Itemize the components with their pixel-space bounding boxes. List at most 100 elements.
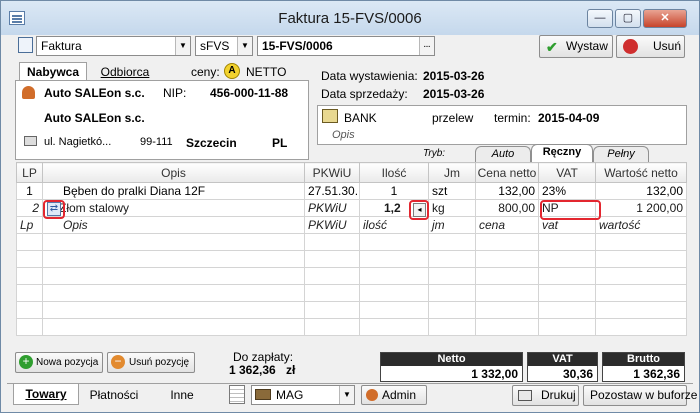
tab-other[interactable]: Inne (149, 384, 215, 405)
prices-label: ceny: (191, 65, 220, 79)
sale-date-label: Data sprzedaży: (321, 87, 408, 101)
cell-hint: wartość (595, 216, 687, 234)
nip-label: NIP: (163, 86, 187, 100)
cell-quantity[interactable]: 1 (359, 182, 429, 200)
tab-payments[interactable]: Płatności (81, 384, 147, 405)
chevron-down-icon: ▼ (175, 37, 190, 55)
tab-mode-manual[interactable]: Ręczny (531, 144, 593, 162)
cell-net-value: 132,00 (595, 182, 687, 200)
term-label: termin: (494, 111, 531, 125)
warehouse-select[interactable]: MAG ▼ (251, 385, 355, 405)
cell-pkwiu[interactable]: 27.51.30... (304, 182, 360, 200)
to-pay-label: Do zapłaty: (233, 350, 294, 364)
column-header[interactable]: PKWiU (304, 162, 360, 183)
series-select[interactable]: sFVS ▼ (195, 36, 253, 56)
column-header[interactable]: LP (16, 162, 43, 183)
chevron-down-icon: ▼ (237, 37, 252, 55)
term-value[interactable]: 2015-04-09 (538, 111, 599, 125)
document-number-field[interactable]: 15-FVS/0006 … (257, 36, 435, 56)
cell-hint: Opis (42, 216, 305, 234)
delete-icon (623, 39, 638, 54)
printer-icon (518, 390, 532, 401)
document-number-value: 15-FVS/0006 (262, 39, 333, 53)
user-button[interactable]: Admin (361, 385, 427, 405)
client-area: Faktura ▼ sFVS ▼ 15-FVS/0006 … ✔ Wystaw … (7, 35, 697, 408)
sale-date-value[interactable]: 2015-03-26 (423, 87, 484, 101)
column-header[interactable]: Jm (428, 162, 476, 183)
document-icon (18, 37, 33, 53)
totals-brutto-value: 1 362,36 (633, 367, 680, 381)
checkmark-icon: ✔ (546, 39, 558, 55)
maximize-button[interactable]: ▢ (615, 9, 641, 28)
issue-date-value[interactable]: 2015-03-26 (423, 69, 484, 83)
cell-hint: PKWiU (304, 216, 360, 234)
notes-icon[interactable] (229, 385, 245, 404)
totals-netto-value: 1 332,00 (471, 367, 518, 381)
empty-row (16, 284, 687, 302)
tab-mode-auto[interactable]: Auto (475, 146, 531, 162)
cell-pkwiu[interactable]: PKWiU (304, 199, 360, 217)
cell-net-value: 1 200,00 (595, 199, 687, 217)
payment-panel: BANK przelew termin: 2015-04-09 Opis (317, 105, 687, 145)
highlight-vat-cell (540, 200, 601, 220)
cell-hint: jm (428, 216, 476, 234)
tab-goods[interactable]: Towary (13, 384, 79, 405)
user-name: Admin (382, 388, 417, 402)
cell-description[interactable]: Złom stalowy (42, 199, 305, 217)
issue-date-label: Data wystawienia: (321, 69, 418, 83)
print-button[interactable]: Drukuj (512, 385, 579, 406)
cell-description[interactable]: Bęben do pralki Diana 12F (42, 182, 305, 200)
payment-bank[interactable]: BANK (344, 111, 377, 125)
table-row[interactable]: 1 Bęben do pralki Diana 12F 27.51.30... … (16, 182, 687, 200)
empty-row (16, 318, 687, 336)
cell-lp: 2 (16, 199, 43, 217)
payment-method[interactable]: przelew (432, 111, 473, 125)
cell-hint: cena (475, 216, 539, 234)
cell-net-price[interactable]: 800,00 (475, 199, 539, 217)
add-position-button[interactable]: + Nowa pozycja (15, 352, 103, 373)
empty-row (16, 250, 687, 268)
description-field[interactable]: Opis (332, 129, 355, 141)
column-header[interactable]: VAT (538, 162, 596, 183)
add-position-label: Nowa pozycja (36, 357, 99, 368)
column-header[interactable]: Opis (42, 162, 305, 183)
close-button[interactable]: ✕ (643, 9, 687, 28)
column-header[interactable]: Ilość (359, 162, 429, 183)
tab-buyer[interactable]: Nabywca (19, 62, 87, 81)
price-badge[interactable]: A (224, 63, 240, 79)
cell-net-price[interactable]: 132,00 (475, 182, 539, 200)
column-header[interactable]: Cena netto (475, 162, 539, 183)
plus-icon: + (19, 355, 33, 369)
totals-vat: VAT 30,36 (527, 352, 598, 382)
remove-position-button[interactable]: − Usuń pozycję (107, 352, 195, 373)
totals-brutto-label: Brutto (603, 353, 684, 366)
delete-button[interactable]: Usuń (616, 35, 685, 58)
table-header-row: LP Opis PKWiU Ilość Jm Cena netto VAT Wa… (16, 162, 687, 183)
empty-row (16, 301, 687, 319)
document-type-value: Faktura (41, 39, 82, 53)
save-draft-label: Pozostaw w buforze (590, 388, 698, 402)
cell-vat[interactable]: 23% (538, 182, 596, 200)
cell-unit[interactable]: kg (428, 199, 476, 217)
minimize-button[interactable]: — (587, 9, 613, 28)
cell-unit[interactable]: szt (428, 182, 476, 200)
title-bar[interactable]: Faktura 15-FVS/0006 — ▢ ✕ (1, 1, 699, 35)
save-draft-button[interactable]: Pozostaw w buforze (583, 385, 697, 406)
tab-mode-full[interactable]: Pełny (593, 146, 649, 162)
document-type-select[interactable]: Faktura ▼ (36, 36, 191, 56)
issue-button[interactable]: ✔ Wystaw (539, 35, 613, 58)
user-icon (366, 389, 378, 401)
buyer-country: PL (272, 136, 288, 150)
highlight-swap-icon (43, 200, 65, 219)
totals-netto: Netto 1 332,00 (380, 352, 523, 382)
column-header[interactable]: Wartość netto (595, 162, 687, 183)
empty-row (16, 233, 687, 251)
chevron-down-icon: ▼ (339, 386, 354, 404)
warehouse-icon (255, 389, 271, 400)
empty-row (16, 267, 687, 285)
delete-button-label: Usuń (653, 39, 682, 53)
buyer-name-line2: Auto SALEon s.c. (44, 111, 145, 125)
buyer-street: ul. Nagietkó... (44, 136, 112, 148)
tab-recipient[interactable]: Odbiorca (91, 62, 159, 81)
buyer-name[interactable]: Auto SALEon s.c. (44, 86, 145, 100)
